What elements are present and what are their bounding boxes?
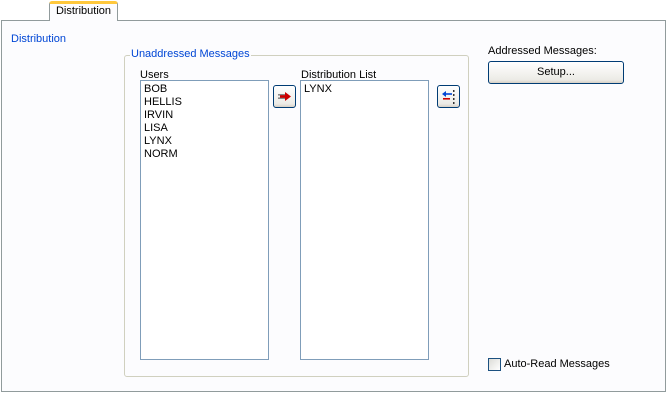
tab-label: Distribution — [55, 5, 112, 17]
users-list: BOB HELLIS IRVIN LISA LYNX NORM — [144, 83, 265, 161]
user-list-item[interactable]: IRVIN — [144, 109, 265, 122]
distribution-listbox[interactable]: LYNX — [300, 80, 429, 360]
add-to-distribution-button[interactable] — [273, 85, 296, 108]
user-list-item[interactable]: NORM — [144, 148, 265, 161]
user-list-item[interactable]: BOB — [144, 83, 265, 96]
section-title: Distribution — [11, 33, 67, 45]
remove-from-distribution-button[interactable] — [437, 85, 460, 108]
arrow-left-icon — [442, 90, 455, 104]
arrow-right-icon — [278, 92, 291, 101]
distribution-list: LYNX — [304, 83, 425, 96]
setup-button[interactable]: Setup... — [488, 61, 624, 84]
tab-distribution[interactable]: Distribution — [49, 1, 118, 21]
users-listbox[interactable]: BOB HELLIS IRVIN LISA LYNX NORM — [140, 80, 269, 360]
user-list-item[interactable]: LYNX — [144, 135, 265, 148]
auto-read-label: Auto-Read Messages — [504, 358, 610, 370]
distribution-list-item[interactable]: LYNX — [304, 83, 425, 96]
unaddressed-messages-title: Unaddressed Messages — [130, 48, 251, 60]
addressed-messages-label: Addressed Messages: — [488, 45, 597, 57]
user-list-item[interactable]: LISA — [144, 122, 265, 135]
auto-read-checkbox[interactable] — [488, 358, 501, 371]
user-list-item[interactable]: HELLIS — [144, 96, 265, 109]
